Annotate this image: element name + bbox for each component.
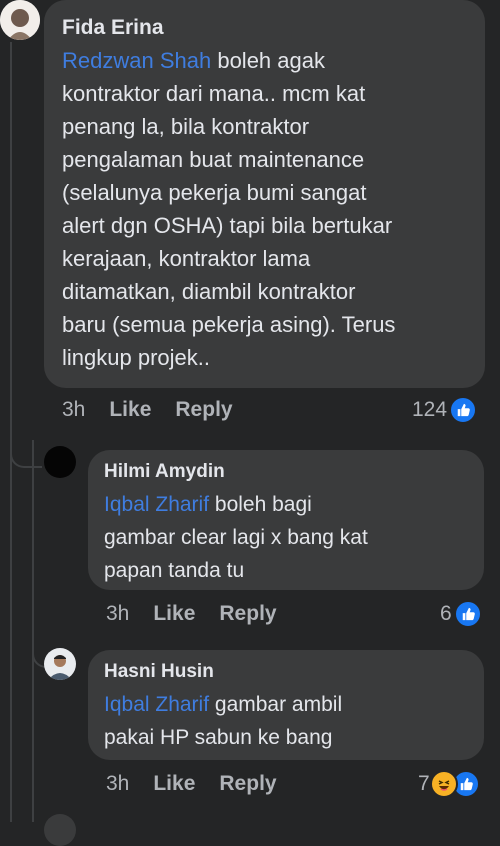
like-button[interactable]: Like [109, 398, 151, 422]
reaction-summary[interactable]: 6 [440, 600, 482, 628]
comment-bubble: Fida Erina Redzwan Shah boleh agak kontr… [44, 0, 485, 388]
like-button[interactable]: Like [153, 772, 195, 796]
mention-link[interactable]: Redzwan Shah [62, 48, 211, 73]
comment-bubble: Hilmi Amydin Iqbal Zharif boleh bagi gam… [88, 450, 484, 590]
avatar[interactable] [0, 0, 40, 40]
reaction-summary[interactable]: 7 [418, 770, 480, 798]
comment-bubble: Hasni Husin Iqbal Zharif gambar ambil pa… [88, 650, 484, 760]
reply-button[interactable]: Reply [219, 772, 276, 796]
avatar[interactable] [44, 648, 76, 680]
reply-button[interactable]: Reply [175, 398, 232, 422]
comment-author[interactable]: Hasni Husin [104, 656, 468, 688]
haha-icon [429, 770, 458, 798]
comment-author[interactable]: Hilmi Amydin [104, 456, 468, 488]
like-button[interactable]: Like [153, 602, 195, 626]
comment-author[interactable]: Fida Erina [62, 12, 467, 44]
reply-connector-1 [10, 440, 42, 468]
profile-photo-icon [0, 0, 40, 40]
comment-text: Iqbal Zharif gambar ambil pakai HP sabun… [104, 693, 343, 749]
reply-button[interactable]: Reply [219, 602, 276, 626]
reaction-count: 124 [412, 398, 448, 421]
comment-actions: 3h Like Reply [62, 398, 257, 422]
like-icon [449, 396, 478, 424]
thread-line-main [10, 42, 12, 822]
comment-actions: 3h Like Reply [106, 602, 301, 626]
comment-text: Redzwan Shah boleh agak kontraktor dari … [62, 48, 396, 370]
reaction-summary[interactable]: 124 [412, 396, 478, 424]
comment-time[interactable]: 3h [106, 602, 129, 626]
comment-time[interactable]: 3h [62, 398, 85, 422]
reaction-count: 7 [418, 772, 430, 795]
mention-link[interactable]: Iqbal Zharif [104, 493, 209, 516]
reaction-count: 6 [440, 602, 452, 625]
like-icon [453, 600, 482, 628]
mention-link[interactable]: Iqbal Zharif [104, 693, 209, 716]
profile-photo-icon [44, 648, 76, 680]
comment-actions: 3h Like Reply [106, 772, 301, 796]
avatar[interactable] [44, 814, 76, 846]
comment-text: Iqbal Zharif boleh bagi gambar clear lag… [104, 493, 368, 582]
avatar[interactable] [44, 446, 76, 478]
comment-time[interactable]: 3h [106, 772, 129, 796]
